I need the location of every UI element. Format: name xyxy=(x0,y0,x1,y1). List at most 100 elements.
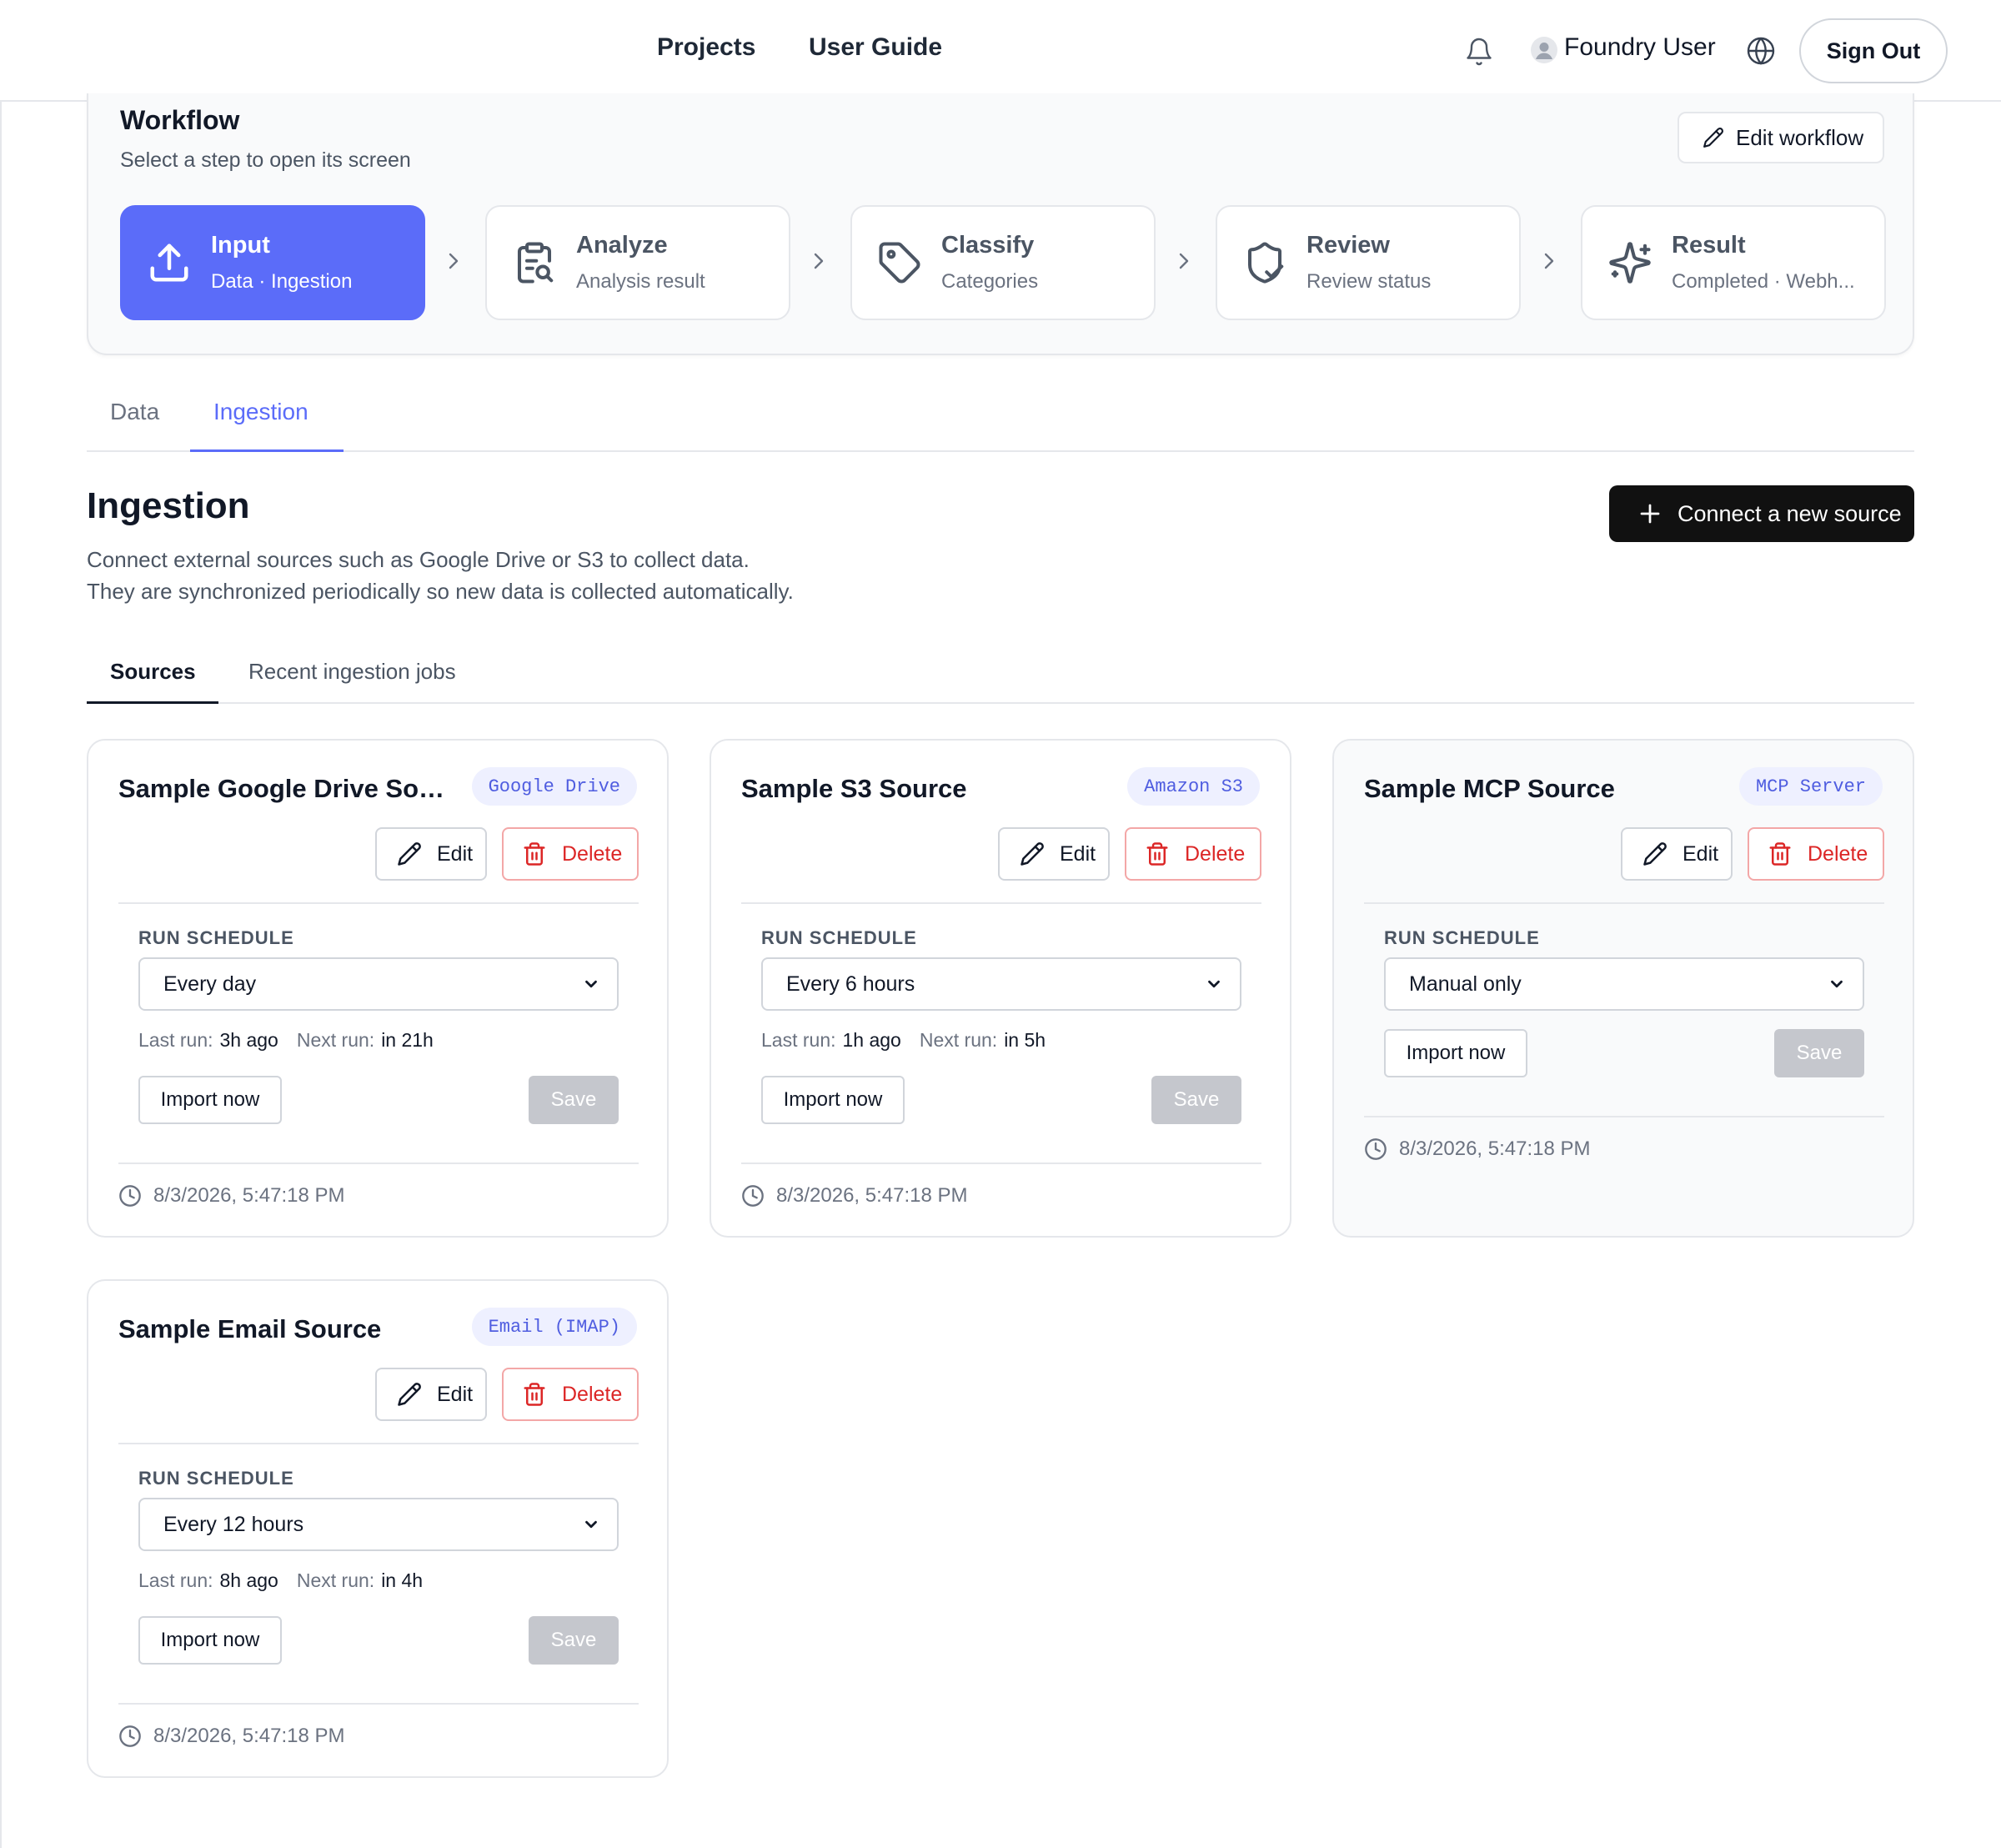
run-schedule-value: Every 12 hours xyxy=(163,1512,304,1536)
chevron-right-icon xyxy=(1174,249,1194,274)
delete-source-button[interactable]: Delete xyxy=(502,1368,639,1421)
edit-workflow-button[interactable]: Edit workflow xyxy=(1678,112,1884,163)
source-card-s3: Sample S3 Source Amazon S3 Edit Delete R… xyxy=(710,739,1291,1238)
run-info: Last run: 1h ago Next run: in 5h xyxy=(761,1029,1064,1052)
source-name: Sample Google Drive Sou... xyxy=(118,774,455,803)
delete-label: Delete xyxy=(1185,841,1246,866)
source-type-badge: Google Drive xyxy=(471,767,637,806)
upload-icon xyxy=(147,240,192,285)
edit-source-button[interactable]: Edit xyxy=(375,827,487,881)
page-title: Ingestion xyxy=(87,485,250,526)
connect-new-source-label: Connect a new source xyxy=(1678,500,1902,526)
run-schedule-select[interactable]: Every 6 hours xyxy=(761,957,1241,1011)
save-button[interactable]: Save xyxy=(529,1616,619,1665)
run-schedule-select[interactable]: Manual only xyxy=(1384,957,1864,1011)
step-subtitle: Analysis result xyxy=(576,270,705,293)
tab-ingestion[interactable]: Ingestion xyxy=(213,399,308,425)
delete-source-button[interactable]: Delete xyxy=(1748,827,1884,881)
run-schedule-select[interactable]: Every day xyxy=(138,957,619,1011)
clock-icon xyxy=(741,1184,765,1208)
workflow-step-result[interactable]: Result Completed · Webh... xyxy=(1581,205,1886,320)
save-button[interactable]: Save xyxy=(529,1076,619,1124)
plus-icon xyxy=(1637,501,1662,526)
next-run-label: Next run: xyxy=(296,1569,375,1591)
step-subtitle: Review status xyxy=(1306,270,1432,293)
step-subtitle: Categories xyxy=(941,270,1039,293)
clock-icon xyxy=(1364,1137,1387,1161)
run-schedule-value: Every day xyxy=(163,972,257,996)
delete-source-button[interactable]: Delete xyxy=(502,827,639,881)
workflow-step-classify[interactable]: Classify Categories xyxy=(850,205,1156,320)
next-run-label: Next run: xyxy=(919,1029,998,1051)
trash-icon xyxy=(1145,841,1170,867)
source-type-badge: MCP Server xyxy=(1738,767,1883,806)
active-subtab-indicator xyxy=(87,701,218,704)
import-now-button[interactable]: Import now xyxy=(138,1616,282,1665)
chevron-right-icon xyxy=(444,249,464,274)
tag-icon xyxy=(877,240,922,285)
next-run-value: in 4h xyxy=(381,1569,424,1591)
last-run-value: 8h ago xyxy=(219,1569,278,1591)
run-schedule-label: RUN SCHEDULE xyxy=(138,927,294,948)
delete-label: Delete xyxy=(562,1382,623,1406)
source-timestamp: 8/3/2026, 5:47:18 PM xyxy=(118,1725,345,1748)
run-schedule-value: Manual only xyxy=(1409,972,1522,996)
edit-source-button[interactable]: Edit xyxy=(375,1368,487,1421)
import-now-button[interactable]: Import now xyxy=(138,1076,282,1124)
timestamp-value: 8/3/2026, 5:47:18 PM xyxy=(153,1725,345,1747)
save-button[interactable]: Save xyxy=(1774,1029,1864,1077)
source-timestamp: 8/3/2026, 5:47:18 PM xyxy=(1364,1137,1591,1161)
top-navigation: Projects User Guide Foundry User Sign Ou… xyxy=(0,0,2001,102)
run-schedule-label: RUN SCHEDULE xyxy=(1384,927,1540,948)
run-schedule-value: Every 6 hours xyxy=(786,972,915,996)
sign-out-button[interactable]: Sign Out xyxy=(1799,18,1948,83)
last-run-value: 3h ago xyxy=(219,1029,278,1051)
delete-source-button[interactable]: Delete xyxy=(1125,827,1261,881)
trash-icon xyxy=(522,1381,547,1408)
last-run-value: 1h ago xyxy=(842,1029,901,1051)
workflow-step-review[interactable]: Review Review status xyxy=(1216,205,1521,320)
globe-icon[interactable] xyxy=(1746,36,1776,66)
nav-link-user-guide[interactable]: User Guide xyxy=(809,33,942,62)
connect-new-source-button[interactable]: Connect a new source xyxy=(1609,485,1914,542)
delete-label: Delete xyxy=(1808,841,1868,866)
save-button[interactable]: Save xyxy=(1151,1076,1241,1124)
edit-source-button[interactable]: Edit xyxy=(998,827,1110,881)
workflow-step-input[interactable]: Input Data · Ingestion xyxy=(120,205,425,320)
edit-source-button[interactable]: Edit xyxy=(1621,827,1733,881)
import-now-button[interactable]: Import now xyxy=(1384,1029,1527,1077)
pencil-icon xyxy=(397,841,422,866)
run-schedule-select[interactable]: Every 12 hours xyxy=(138,1498,619,1551)
import-now-button[interactable]: Import now xyxy=(761,1076,905,1124)
step-title: Review xyxy=(1306,232,1390,259)
run-schedule-label: RUN SCHEDULE xyxy=(761,927,917,948)
workflow-step-analyze[interactable]: Analyze Analysis result xyxy=(485,205,790,320)
edit-label: Edit xyxy=(1060,841,1096,866)
source-name: Sample MCP Source xyxy=(1364,774,1615,803)
edit-label: Edit xyxy=(1683,841,1719,866)
source-name: Sample S3 Source xyxy=(741,774,967,803)
step-title: Analyze xyxy=(576,232,668,259)
source-type-badge: Email (IMAP) xyxy=(471,1308,637,1346)
user-name[interactable]: Foundry User xyxy=(1564,33,1716,62)
chevron-down-icon xyxy=(1828,975,1846,993)
pencil-icon xyxy=(1703,127,1724,148)
workflow-subtitle: Select a step to open its screen xyxy=(120,148,411,172)
source-name: Sample Email Source xyxy=(118,1314,382,1343)
step-title: Classify xyxy=(941,232,1035,259)
timestamp-value: 8/3/2026, 5:47:18 PM xyxy=(776,1184,968,1207)
subtab-recent-ingestion-jobs[interactable]: Recent ingestion jobs xyxy=(248,659,456,685)
delete-label: Delete xyxy=(562,841,623,866)
edit-label: Edit xyxy=(437,1382,474,1406)
source-timestamp: 8/3/2026, 5:47:18 PM xyxy=(118,1184,345,1208)
next-run-value: in 21h xyxy=(381,1029,434,1051)
timestamp-value: 8/3/2026, 5:47:18 PM xyxy=(153,1184,345,1207)
tab-data[interactable]: Data xyxy=(110,399,159,425)
subtab-sources[interactable]: Sources xyxy=(110,659,196,685)
bell-icon[interactable] xyxy=(1464,36,1494,68)
divider xyxy=(118,1443,639,1444)
nav-link-projects[interactable]: Projects xyxy=(657,33,755,62)
trash-icon xyxy=(522,841,547,867)
workflow-title: Workflow xyxy=(120,105,240,135)
divider xyxy=(741,1163,1261,1164)
